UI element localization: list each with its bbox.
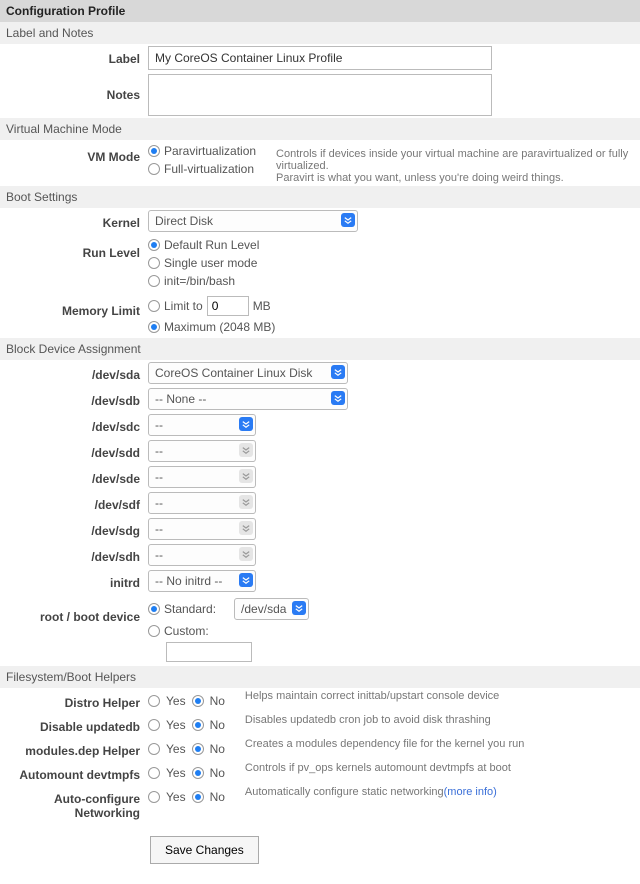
- root-custom-input[interactable]: [166, 642, 252, 662]
- label-input[interactable]: [148, 46, 492, 70]
- runlevel-default-radio[interactable]: [148, 239, 160, 251]
- mem-limit-radio[interactable]: [148, 300, 160, 312]
- dev-sdb-select[interactable]: -- None --: [148, 388, 348, 410]
- vm-mode-help: Controls if devices inside your virtual …: [256, 142, 634, 184]
- chevron-down-icon: [292, 601, 306, 615]
- dev-sdh-select[interactable]: --: [148, 544, 256, 566]
- label-kernel: Kernel: [6, 210, 148, 230]
- distro-no-radio[interactable]: [192, 695, 204, 707]
- section-label-notes: Label and Notes: [0, 22, 640, 44]
- updatedb-no-radio[interactable]: [192, 719, 204, 731]
- label-dev-sdg: /dev/sdg: [6, 518, 148, 538]
- label-vm-mode: VM Mode: [6, 142, 148, 164]
- initrd-select[interactable]: -- No initrd --: [148, 570, 256, 592]
- section-vm-mode: Virtual Machine Mode: [0, 118, 640, 140]
- runlevel-single-radio[interactable]: [148, 257, 160, 269]
- label-run-level: Run Level: [6, 236, 148, 260]
- chevron-down-icon: [341, 213, 355, 227]
- label-dev-sdb: /dev/sdb: [6, 388, 148, 408]
- updatedb-yes-radio[interactable]: [148, 719, 160, 731]
- chevron-down-icon: [239, 547, 253, 561]
- section-boot: Boot Settings: [0, 186, 640, 208]
- chevron-down-icon: [239, 495, 253, 509]
- kernel-select[interactable]: Direct Disk: [148, 210, 358, 232]
- dev-sdg-select[interactable]: --: [148, 518, 256, 540]
- root-custom-radio[interactable]: [148, 625, 160, 637]
- chevron-down-icon: [239, 417, 253, 431]
- automount-yes-radio[interactable]: [148, 767, 160, 779]
- distro-yes-radio[interactable]: [148, 695, 160, 707]
- label-dev-sdf: /dev/sdf: [6, 492, 148, 512]
- dev-sdc-select[interactable]: --: [148, 414, 256, 436]
- section-bda: Block Device Assignment: [0, 338, 640, 360]
- label-disable-updatedb: Disable updatedb: [6, 714, 148, 734]
- dev-sda-select[interactable]: CoreOS Container Linux Disk: [148, 362, 348, 384]
- label-dev-sdh: /dev/sdh: [6, 544, 148, 564]
- vm-paravirt-label: Paravirtualization: [164, 144, 256, 158]
- mem-max-radio[interactable]: [148, 321, 160, 333]
- label-root-boot: root / boot device: [6, 596, 148, 624]
- runlevel-bash-radio[interactable]: [148, 275, 160, 287]
- label-automount: Automount devtmpfs: [6, 762, 148, 782]
- more-info-link[interactable]: (more info): [444, 786, 497, 798]
- modules-no-radio[interactable]: [192, 743, 204, 755]
- chevron-down-icon: [331, 391, 345, 405]
- automount-no-radio[interactable]: [192, 767, 204, 779]
- label-notes: Notes: [6, 74, 148, 102]
- chevron-down-icon: [239, 521, 253, 535]
- notes-textarea[interactable]: [148, 74, 492, 116]
- label-dev-sde: /dev/sde: [6, 466, 148, 486]
- chevron-down-icon: [239, 573, 253, 587]
- root-standard-select[interactable]: /dev/sda: [234, 598, 309, 620]
- save-button[interactable]: Save Changes: [150, 836, 259, 864]
- label-modules-dep: modules.dep Helper: [6, 738, 148, 758]
- label-auto-net: Auto-configure Networking: [6, 786, 148, 820]
- label-initrd: initrd: [6, 570, 148, 590]
- autonet-help: Automatically configure static networkin…: [225, 786, 634, 798]
- chevron-down-icon: [239, 443, 253, 457]
- distro-help: Helps maintain correct inittab/upstart c…: [225, 690, 634, 702]
- vm-paravirt-radio[interactable]: [148, 145, 160, 157]
- dev-sde-select[interactable]: --: [148, 466, 256, 488]
- autonet-yes-radio[interactable]: [148, 791, 160, 803]
- dev-sdf-select[interactable]: --: [148, 492, 256, 514]
- section-fs-helpers: Filesystem/Boot Helpers: [0, 666, 640, 688]
- root-standard-radio[interactable]: [148, 603, 160, 615]
- dev-sdd-select[interactable]: --: [148, 440, 256, 462]
- modules-yes-radio[interactable]: [148, 743, 160, 755]
- label-dev-sda: /dev/sda: [6, 362, 148, 382]
- label-dev-sdd: /dev/sdd: [6, 440, 148, 460]
- label-label: Label: [6, 46, 148, 66]
- modules-help: Creates a modules dependency file for th…: [225, 738, 634, 750]
- vm-full-label: Full-virtualization: [164, 162, 254, 176]
- chevron-down-icon: [331, 365, 345, 379]
- updatedb-help: Disables updatedb cron job to avoid disk…: [225, 714, 634, 726]
- page-title: Configuration Profile: [0, 0, 640, 22]
- vm-full-radio[interactable]: [148, 163, 160, 175]
- autonet-no-radio[interactable]: [192, 791, 204, 803]
- mem-limit-input[interactable]: [207, 296, 249, 316]
- label-dev-sdc: /dev/sdc: [6, 414, 148, 434]
- chevron-down-icon: [239, 469, 253, 483]
- label-memory-limit: Memory Limit: [6, 294, 148, 318]
- label-distro-helper: Distro Helper: [6, 690, 148, 710]
- automount-help: Controls if pv_ops kernels automount dev…: [225, 762, 634, 774]
